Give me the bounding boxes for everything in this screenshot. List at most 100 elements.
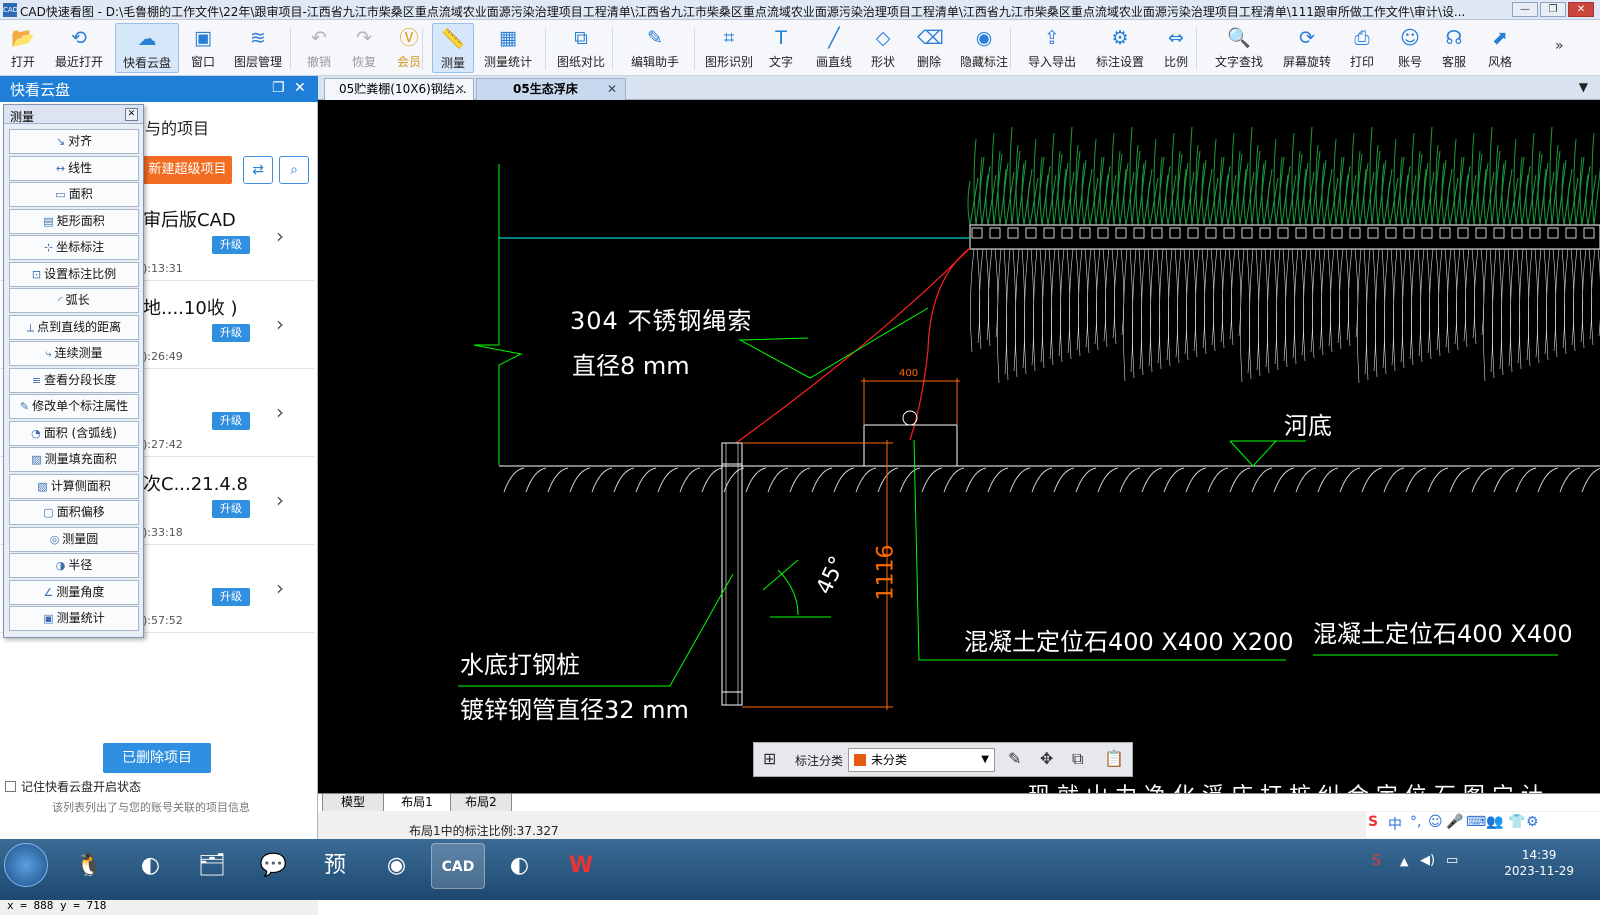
tab-layout1[interactable]: 布局1 — [386, 794, 448, 812]
measure-item[interactable]: ▨ 测量填充面积 — [9, 447, 139, 472]
refresh-icon[interactable]: ⇄ — [243, 156, 273, 184]
toolbar-button-history[interactable]: ⟲ 最近打开 — [52, 23, 106, 73]
measure-item[interactable]: ≡ 查看分段长度 — [9, 367, 139, 393]
toolbar-button-undo[interactable]: ↶ 撤销 — [302, 23, 336, 73]
upgrade-button[interactable]: 升级 — [212, 588, 250, 606]
measure-panel-close-icon[interactable]: ✕ — [125, 108, 138, 121]
upgrade-button[interactable]: 升级 — [212, 324, 250, 342]
toolbar-button-account[interactable]: ☺ 账号 — [1392, 23, 1428, 73]
toolbar-button-annotation-settings[interactable]: ⚙ 标注设置 — [1092, 23, 1148, 73]
tab-layout2[interactable]: 布局2 — [450, 794, 512, 812]
toolbar-button-cloud[interactable]: ☁ 快看云盘 — [115, 23, 179, 73]
drawing-canvas[interactable]: 304 不锈钢绳索 直径8 mm 400 河底 1116 45° 水底打钢桩 镀… — [318, 100, 1600, 793]
wechat-icon[interactable]: 💬 — [247, 843, 301, 889]
toolbar-button-shape-recognize[interactable]: ⌗ 图形识别 — [700, 23, 758, 73]
toolbar-button-text-search[interactable]: 🔍 文字查找 — [1210, 23, 1268, 73]
toolbar-button-hide[interactable]: ◉ 隐藏标注 — [956, 23, 1012, 73]
ime-icon[interactable]: 🎤 — [1446, 814, 1463, 830]
toolbar-button-print[interactable]: ⎙ 打印 — [1344, 23, 1380, 73]
toolbar-button-line[interactable]: ╱ 画直线 — [810, 23, 858, 73]
measure-item[interactable]: ⟂ 点到直线的距离 — [9, 314, 139, 340]
ime-icon[interactable]: ⌨ — [1466, 814, 1486, 830]
clock[interactable]: 14:39 2023-11-29 — [1504, 847, 1574, 879]
wps-icon[interactable]: W — [554, 843, 608, 889]
new-project-button[interactable]: 新建超级项目 — [143, 156, 232, 184]
qq-icon[interactable]: 🐧 — [62, 843, 116, 889]
tray-expand-icon[interactable]: ▲ — [1400, 855, 1408, 868]
measure-item[interactable]: ↔ 线性 — [9, 155, 139, 181]
deleted-projects-button[interactable]: 已删除项目 — [103, 743, 211, 773]
tab-doc-2[interactable]: 05生态浮床 ✕ — [476, 78, 626, 100]
minimize-button[interactable]: — — [1512, 2, 1538, 17]
toolbar-button-folder-open[interactable]: 📂 打开 — [4, 23, 42, 73]
upgrade-button[interactable]: 升级 — [212, 500, 250, 518]
tab-doc-1[interactable]: 05贮粪棚(10X6)钢结… ✕ — [324, 78, 474, 100]
measure-item[interactable]: ◜ 弧长 — [9, 288, 139, 313]
toolbar-button-vip[interactable]: Ⓥ 会员 — [392, 23, 426, 73]
ime-icon[interactable]: 中 — [1388, 814, 1402, 834]
paste-icon[interactable]: 📋 — [1104, 749, 1124, 768]
chevron-right-icon[interactable]: › — [276, 312, 284, 336]
toolbar-button-shape[interactable]: ◇ 形状 — [866, 23, 900, 73]
toolbar-button-rotate[interactable]: ⟳ 屏幕旋转 — [1278, 23, 1336, 73]
measure-item[interactable]: ∠ 测量角度 — [9, 579, 139, 605]
toolbar-button-redo[interactable]: ↷ 恢复 — [347, 23, 381, 73]
browser2-icon[interactable]: ◐ — [493, 843, 547, 889]
measure-item[interactable]: ▭ 面积 — [9, 182, 139, 207]
toolbar-button-scale[interactable]: ⇔ 比例 — [1158, 23, 1194, 73]
upgrade-button[interactable]: 升级 — [212, 412, 250, 430]
chevron-right-icon[interactable]: › — [276, 224, 284, 248]
measure-item[interactable]: ⤷ 连续测量 — [9, 341, 139, 366]
toolbar-button-style[interactable]: ⬈ 风格 — [1482, 23, 1518, 73]
sogou-tray-icon[interactable]: S — [1372, 853, 1381, 869]
checkbox[interactable] — [5, 781, 16, 792]
search-icon[interactable]: ⌕ — [279, 156, 309, 184]
toolbar-button-eraser[interactable]: ⌫ 删除 — [912, 23, 946, 73]
toolbar-button-compare[interactable]: ⧉ 图纸对比 — [552, 23, 610, 73]
explorer-icon[interactable]: 🗂 — [185, 843, 239, 889]
measure-item[interactable]: ✎ 修改单个标注属性 — [9, 394, 139, 419]
measure-item[interactable]: ◑ 半径 — [9, 553, 139, 578]
chevron-right-icon[interactable]: › — [276, 488, 284, 512]
close-button[interactable]: ✕ — [1568, 2, 1594, 17]
measure-item[interactable]: ⊡ 设置标注比例 — [9, 261, 139, 287]
tab-model[interactable]: 模型 — [322, 794, 384, 812]
ime-icon[interactable]: ⚙ — [1526, 814, 1539, 830]
ime-icon[interactable]: S — [1368, 814, 1378, 830]
volume-icon[interactable]: ◀) — [1420, 853, 1435, 868]
measure-item[interactable]: ◔ 面积 (含弧线) — [9, 420, 139, 446]
measure-item[interactable]: ◎ 测量圆 — [9, 526, 139, 552]
toolbar-button-import-export[interactable]: ⇪ 导入导出 — [1024, 23, 1080, 73]
network-icon[interactable]: ▭ — [1446, 853, 1458, 868]
remember-state-checkbox[interactable]: 记住快看云盘开启状态 — [5, 778, 141, 795]
toolbar-button-window[interactable]: ▣ 窗口 — [184, 23, 222, 73]
sidebar-close-icon[interactable]: ✕ — [294, 80, 306, 96]
move-icon[interactable]: ✥ — [1040, 749, 1053, 768]
measure-item[interactable]: ▤ 矩形面积 — [9, 208, 139, 234]
ime-icon[interactable]: °, — [1410, 814, 1421, 830]
cad-icon[interactable]: CAD — [431, 843, 485, 889]
toolbar-button-headset[interactable]: ☊ 客服 — [1436, 23, 1472, 73]
grid-icon[interactable]: ⊞ — [763, 749, 776, 768]
tabs-dropdown-icon[interactable]: ▼ — [1579, 80, 1588, 94]
browser-icon[interactable]: ◐ — [124, 843, 178, 889]
toolbar-button-layers[interactable]: ≋ 图层管理 — [230, 23, 286, 73]
copy-icon[interactable]: ⧉ — [1072, 749, 1083, 769]
ime-icon[interactable]: 👕 — [1508, 814, 1525, 830]
restore-button[interactable]: ❐ — [1540, 2, 1566, 17]
ime-icon[interactable]: ☺ — [1428, 814, 1443, 830]
preview-icon[interactable]: 预 — [308, 843, 362, 889]
sidebar-popout-icon[interactable]: ❐ — [272, 80, 285, 96]
tab-close-icon[interactable]: ✕ — [455, 79, 465, 99]
chevron-right-icon[interactable]: › — [276, 576, 284, 600]
chevron-right-icon[interactable]: › — [276, 400, 284, 424]
toolbar-button-text[interactable]: T 文字 — [764, 23, 798, 73]
measure-item[interactable]: ⊹ 坐标标注 — [9, 235, 139, 260]
toolbar-button-measure[interactable]: 📏 测量 — [432, 23, 474, 73]
ime-icon[interactable]: 👥 — [1486, 814, 1503, 830]
measure-item[interactable]: ▣ 测量统计 — [9, 606, 139, 631]
toolbar-button-edit-assistant[interactable]: ✎ 编辑助手 — [626, 23, 684, 73]
upgrade-button[interactable]: 升级 — [212, 236, 250, 254]
start-button[interactable] — [4, 843, 48, 887]
annotation-category-select[interactable]: 未分类 ▼ — [848, 748, 995, 772]
